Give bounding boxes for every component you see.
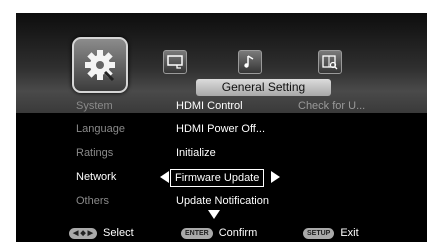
settings-screen: General Setting System Language Ratings …	[16, 13, 427, 242]
nav-key-icon: ◀ ◆ ▶	[69, 227, 98, 239]
category-others[interactable]: Others	[76, 195, 109, 207]
option-hdmi-control[interactable]: HDMI Control	[176, 100, 243, 112]
category-network[interactable]: Network	[76, 171, 116, 183]
hint-select: ◀ ◆ ▶ Select	[69, 227, 134, 239]
exit-label: Exit	[340, 227, 359, 239]
arrow-right-icon[interactable]	[271, 171, 280, 183]
option-initialize[interactable]: Initialize	[176, 147, 216, 159]
settings-menu: System Language Ratings Network Others H…	[16, 13, 427, 242]
hdmi-control-value: Check for U...	[298, 100, 366, 112]
option-hdmi-power-off[interactable]: HDMI Power Off...	[176, 123, 265, 135]
setup-key-icon: SETUP	[303, 227, 335, 239]
option-update-notification[interactable]: Update Notification	[176, 195, 269, 207]
category-ratings[interactable]: Ratings	[76, 147, 113, 159]
option-firmware-update[interactable]: Firmware Update	[170, 169, 265, 187]
arrow-left-icon[interactable]	[160, 171, 169, 183]
select-label: Select	[103, 227, 134, 239]
arrow-down-icon[interactable]	[208, 210, 220, 219]
hint-confirm: ENTER Confirm	[181, 227, 257, 239]
confirm-label: Confirm	[218, 227, 258, 239]
category-language[interactable]: Language	[76, 123, 125, 135]
category-system[interactable]: System	[76, 100, 113, 112]
hint-exit: SETUP Exit	[303, 227, 359, 239]
enter-key-icon: ENTER	[181, 227, 213, 239]
